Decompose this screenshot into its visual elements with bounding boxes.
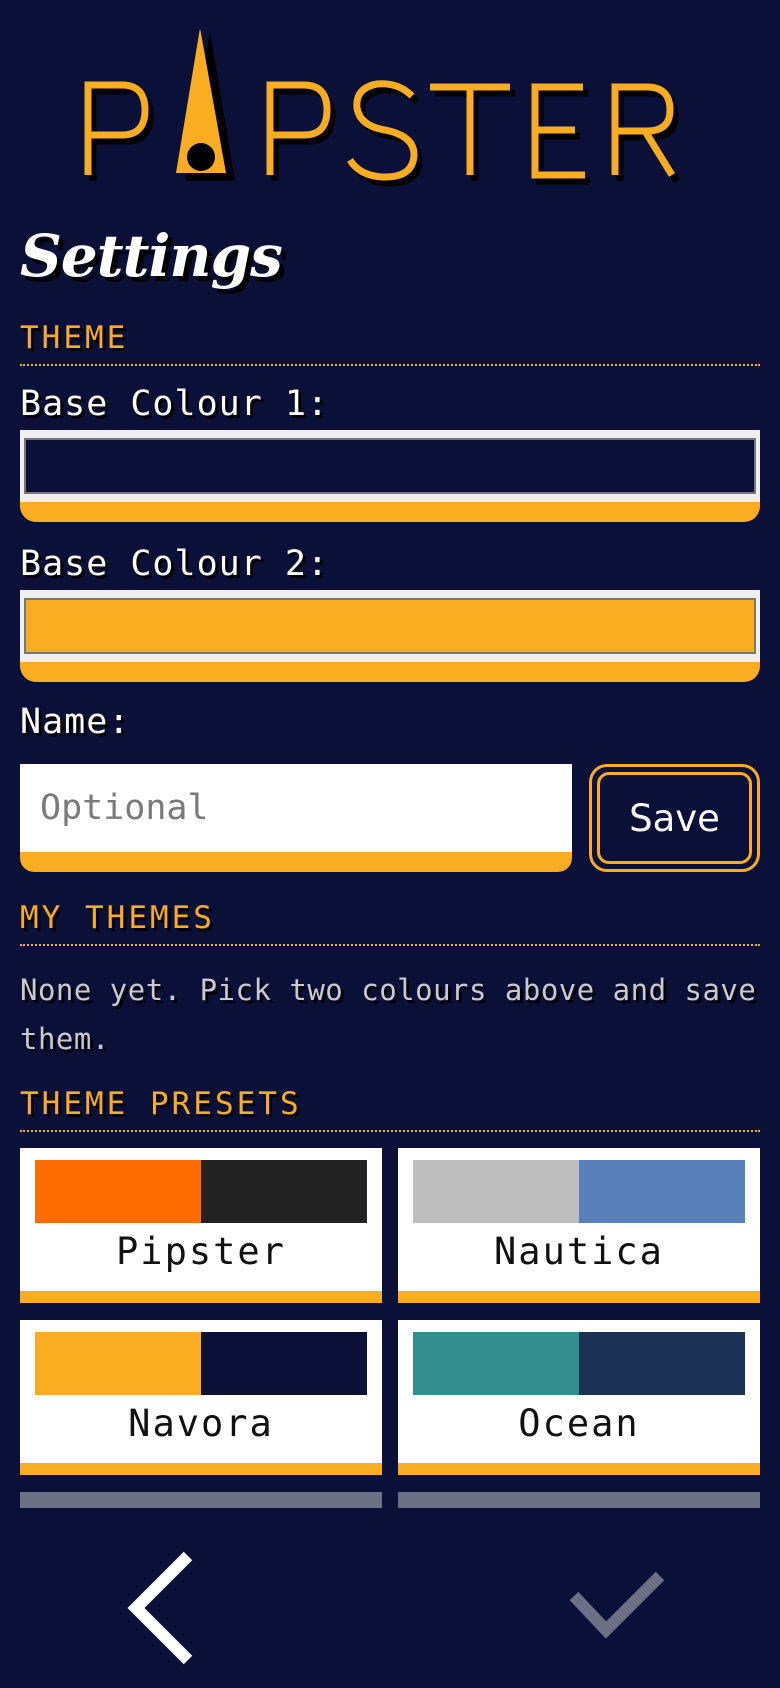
preset-swatches xyxy=(413,1332,745,1395)
preset-swatch-1 xyxy=(413,1160,579,1223)
page-title: Settings xyxy=(20,222,283,290)
preset-card-nautica[interactable]: Nautica xyxy=(398,1148,760,1303)
logo-letter-p2 xyxy=(266,81,331,175)
preset-name: Nautica xyxy=(494,1230,664,1273)
preset-card-ocean[interactable]: Ocean xyxy=(398,1320,760,1475)
base-colour-1-label: Base Colour 1: xyxy=(20,384,330,424)
preset-swatch-2 xyxy=(201,1160,367,1223)
preset-swatch-2 xyxy=(201,1332,367,1395)
name-input-wrapper xyxy=(20,764,572,872)
preset-swatch-1 xyxy=(35,1332,201,1395)
back-button[interactable] xyxy=(120,1548,210,1668)
preset-swatches xyxy=(35,1332,367,1395)
pipster-logo xyxy=(0,30,780,200)
logo-letter-r xyxy=(611,83,675,177)
preset-card-partial[interactable] xyxy=(20,1492,382,1508)
preset-swatch-1 xyxy=(35,1160,201,1223)
preset-card-partial[interactable] xyxy=(398,1492,760,1508)
preset-swatch-2 xyxy=(579,1160,745,1223)
bottom-navigation xyxy=(0,1508,780,1688)
my-themes-heading: MY THEMES xyxy=(20,900,760,946)
logo-letter-t xyxy=(430,83,510,175)
name-label: Name: xyxy=(20,702,131,742)
preset-swatch-2 xyxy=(579,1332,745,1395)
preset-card-pipster[interactable]: Pipster xyxy=(20,1148,382,1303)
theme-presets-heading: THEME PRESETS xyxy=(20,1086,760,1132)
preset-swatches xyxy=(413,1160,745,1223)
preset-grid: Pipster Nautica Navora Ocean xyxy=(20,1148,760,1508)
base-colour-2-label: Base Colour 2: xyxy=(20,544,330,584)
my-themes-empty-text: None yet. Pick two colours above and sav… xyxy=(20,973,757,1056)
preset-swatch-1 xyxy=(413,1332,579,1395)
base-colour-2-picker[interactable] xyxy=(20,590,760,682)
save-button[interactable]: Save xyxy=(589,764,760,872)
base-colour-1-swatch xyxy=(24,438,756,494)
preset-card-navora[interactable]: Navora xyxy=(20,1320,382,1475)
preset-swatches xyxy=(35,1160,367,1223)
logo-letter-p xyxy=(84,81,149,175)
logo-letter-s xyxy=(347,80,418,181)
chevron-left-icon xyxy=(127,1551,193,1665)
check-icon xyxy=(569,1571,665,1639)
base-colour-1-picker[interactable] xyxy=(20,430,760,522)
preset-name: Ocean xyxy=(518,1402,640,1445)
preset-name: Pipster xyxy=(116,1230,286,1273)
name-input[interactable] xyxy=(20,764,572,852)
base-colour-2-swatch xyxy=(24,598,756,654)
theme-heading: THEME xyxy=(20,320,760,366)
preset-name: Navora xyxy=(128,1402,274,1445)
confirm-button[interactable] xyxy=(566,1568,666,1648)
